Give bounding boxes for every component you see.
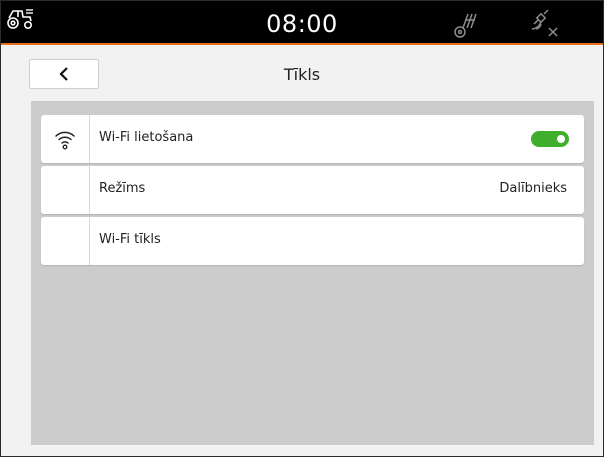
setting-value: Dalībnieks	[499, 181, 567, 196]
setting-row-wifi-usage[interactable]: Wi-Fi lietošana	[41, 115, 584, 163]
settings-list: Wi-Fi lietošana Režīms Dalībnieks Wi-Fi …	[31, 101, 594, 445]
row-icon-cell	[41, 217, 90, 265]
status-bar: 08:00	[1, 1, 603, 45]
row-icon-cell	[41, 115, 90, 163]
page-title: Tīkls	[283, 65, 321, 84]
setting-label: Wi-Fi tīkls	[99, 232, 161, 247]
clock-time: 08:00	[266, 10, 338, 38]
setting-row-wifi-network[interactable]: Wi-Fi tīkls	[41, 217, 584, 265]
toggle-knob	[557, 135, 565, 143]
wifi-icon	[55, 131, 75, 150]
setting-row-mode[interactable]: Režīms Dalībnieks	[41, 166, 584, 214]
setting-label: Režīms	[99, 181, 146, 196]
setting-label: Wi-Fi lietošana	[99, 130, 194, 145]
satellite-disconnected-icon	[531, 9, 558, 37]
app-frame: 08:00 Tīkls Wi-Fi lietošana Režīms Dalīb…	[0, 0, 604, 457]
row-icon-cell	[41, 166, 90, 214]
gps-steering-icon	[454, 13, 477, 38]
wifi-toggle[interactable]	[531, 131, 569, 147]
page-header: Tīkls	[1, 47, 603, 97]
